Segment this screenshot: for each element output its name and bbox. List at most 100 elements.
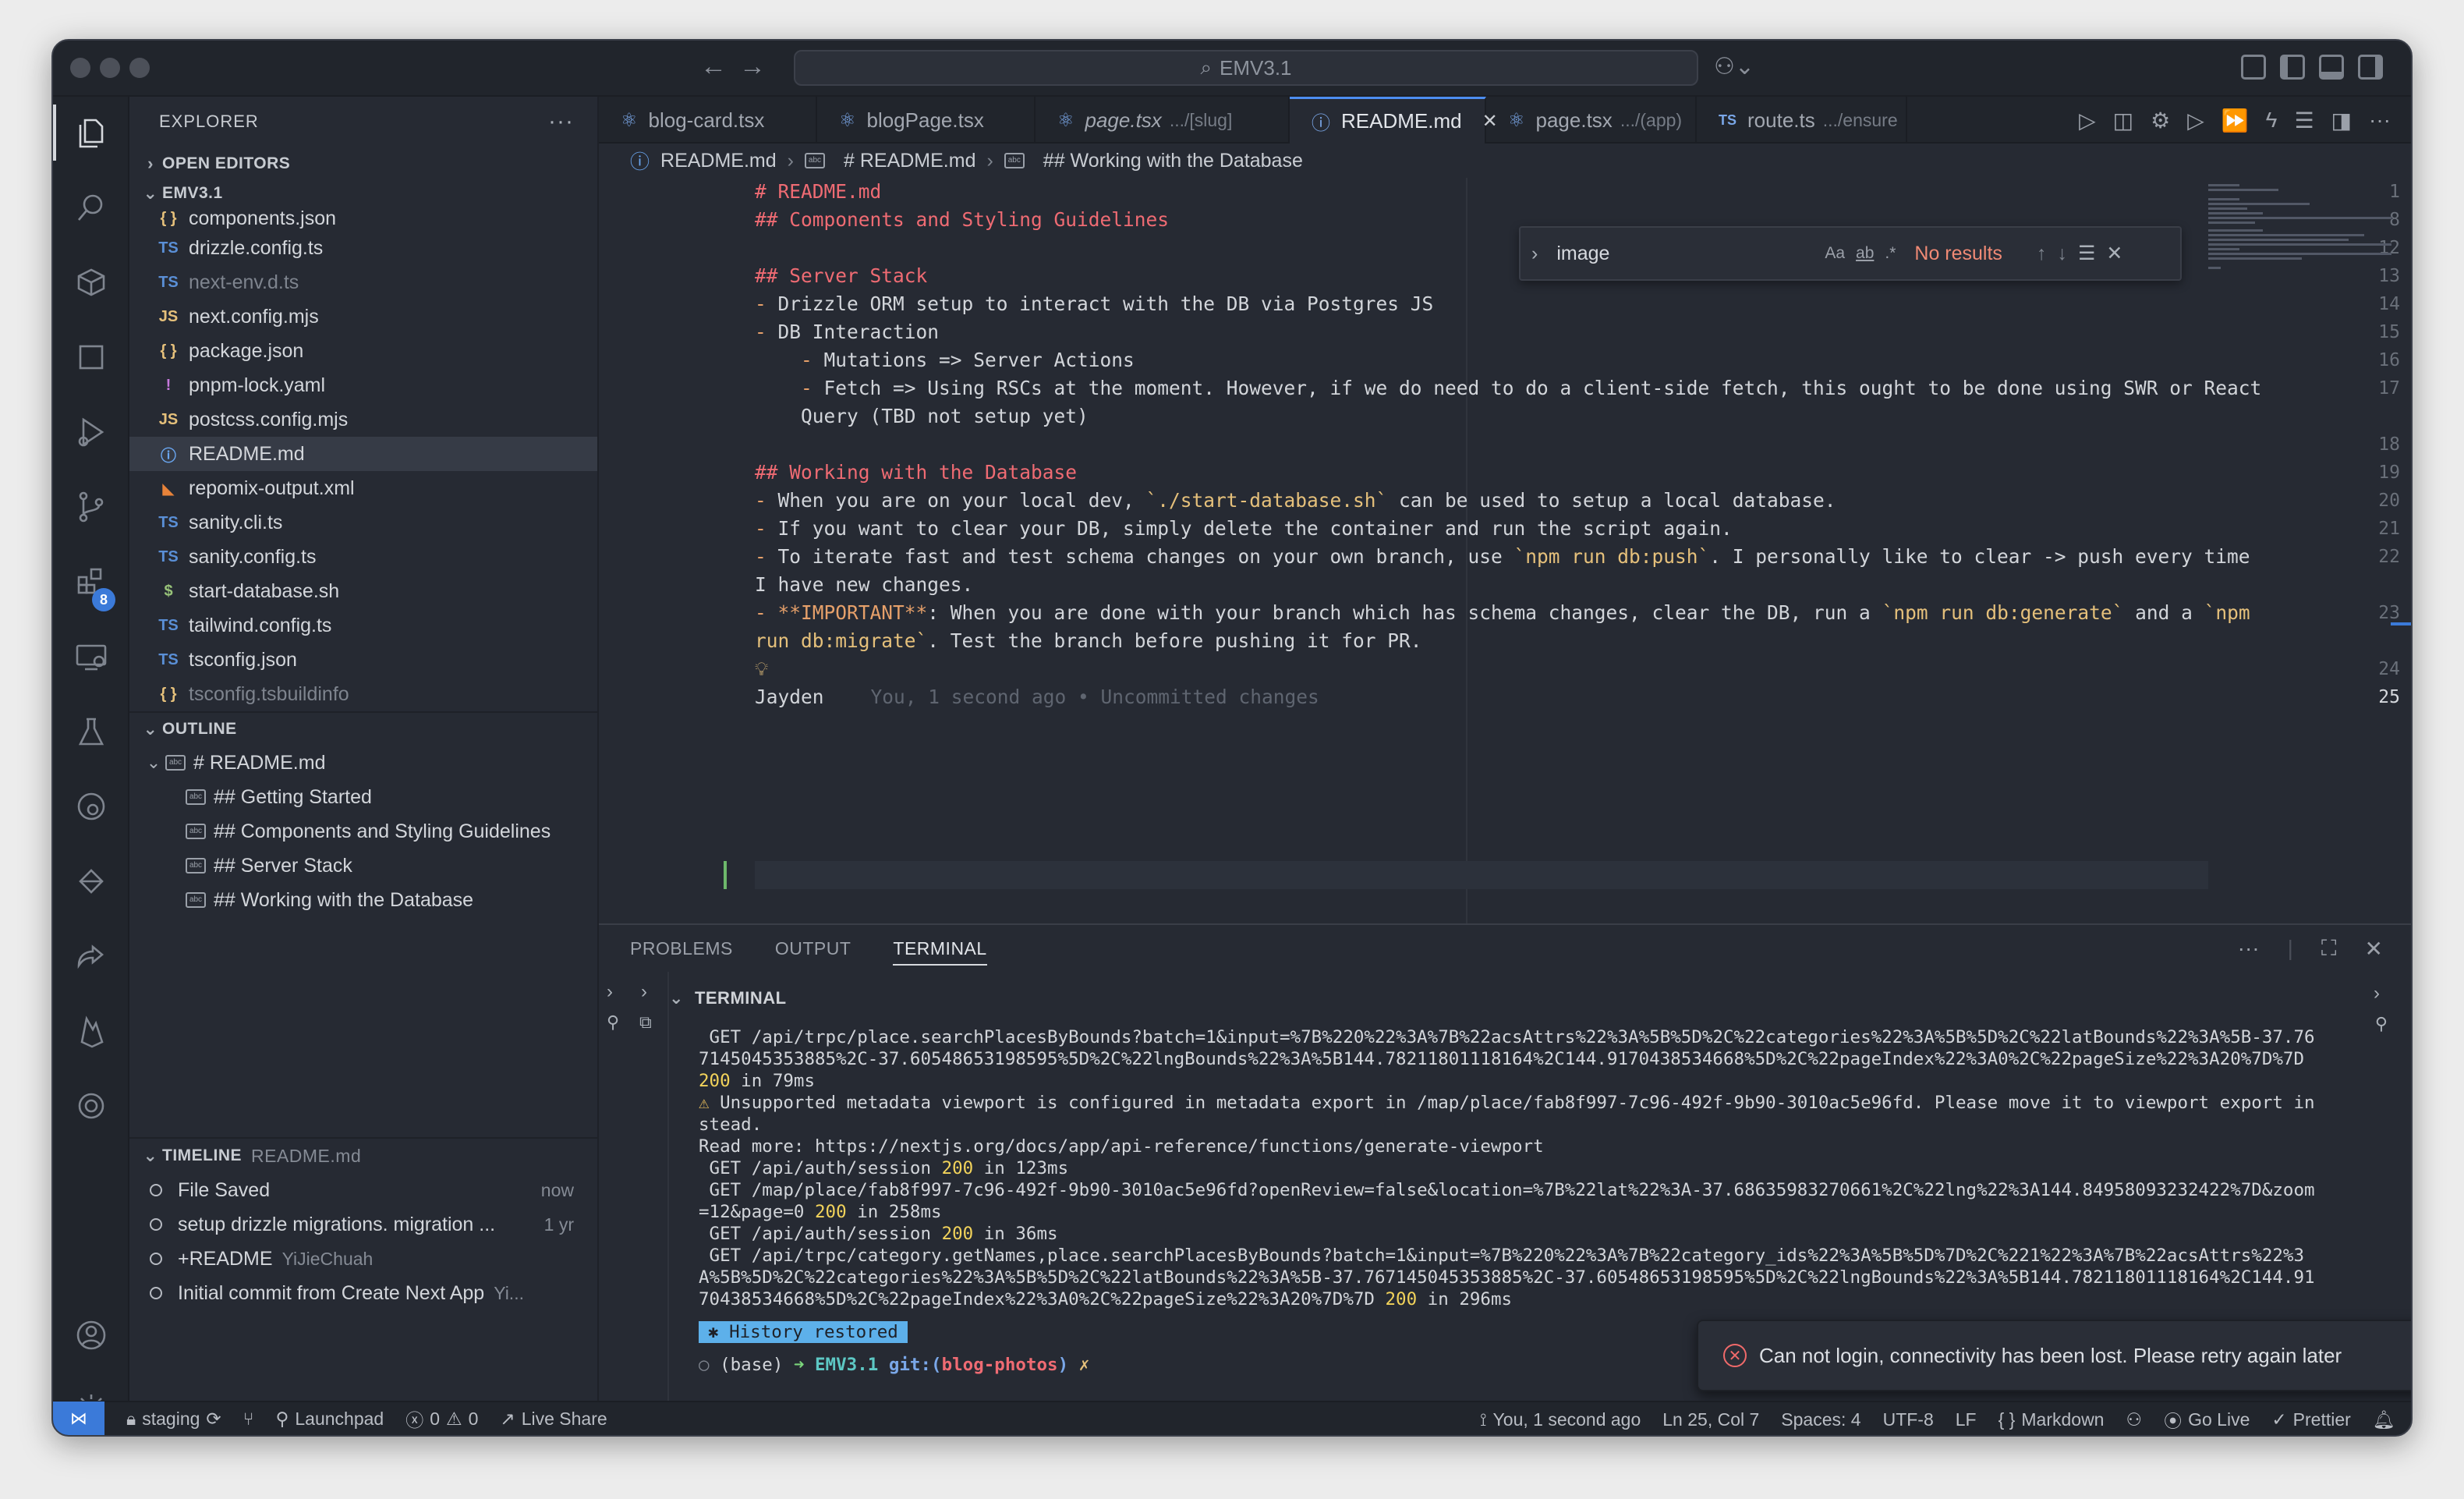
copilot-icon[interactable]: ⚇⌄ [1714,53,1754,80]
customize-layout-icon[interactable] [2241,55,2266,80]
code-line[interactable]: ## Server Stack [755,262,927,290]
chevron-right-icon[interactable]: › [607,981,613,1003]
breadcrumb-section[interactable]: ## Working with the Database [1043,150,1303,172]
tab-problems[interactable]: PROBLEMS [630,938,733,959]
indentation[interactable]: Spaces: 4 [1781,1409,1860,1430]
outline-item[interactable]: abc ## Getting Started [129,780,597,814]
run-icon[interactable]: ▷ [2079,108,2096,133]
prettier-item[interactable]: ✓ Prettier [2271,1409,2350,1430]
outline-item[interactable]: abc ## Components and Styling Guidelines [129,814,597,849]
file-item[interactable]: JS next.config.mjs [129,299,597,334]
breadcrumb-heading[interactable]: # README.md [844,150,975,172]
problems-item[interactable]: ⓧ 0 ⚠ 0 [405,1405,478,1432]
language-mode[interactable]: { } Markdown [1998,1409,2105,1430]
live-share-icon[interactable] [53,920,129,992]
toggle-sidebar-icon[interactable] [2280,55,2305,80]
open-editors-section[interactable]: › OPEN EDITORS [129,147,597,181]
outline-item[interactable]: abc ## Server Stack [129,849,597,883]
code-line[interactable]: - Drizzle ORM setup to interact with the… [755,290,1433,318]
copilot-status-icon[interactable]: ⚇ [2126,1409,2142,1430]
code-line[interactable]: I have new changes. [755,571,973,599]
accounts-icon[interactable] [53,1299,129,1371]
command-center[interactable]: ⌕ EMV3.1 [794,50,1698,86]
zoom-window-button[interactable] [129,58,150,78]
settings-sync-icon[interactable]: ⚙ [2151,108,2170,133]
launchpad-item[interactable]: ⚲ Launchpad [276,1409,384,1430]
testing-icon[interactable] [53,696,129,767]
extensions-icon[interactable]: 8 [53,546,129,618]
tab-terminal[interactable]: TERMINAL [893,938,987,966]
git-graph-icon[interactable]: ⑂ [243,1409,254,1430]
code-line[interactable]: 💡︎ [755,655,768,683]
close-panel-icon[interactable]: ✕ [2365,936,2383,962]
editor-tab[interactable]: TS route.ts .../ensure [1697,97,1907,144]
open-preview-icon[interactable]: ◫ [2113,108,2133,133]
search-view-icon[interactable] [53,172,129,243]
code-line[interactable]: run db:migrate`. Test the branch before … [755,627,1422,655]
run-all-icon[interactable]: ⏩ [2221,108,2249,133]
timeline-item[interactable]: File Saved now [129,1173,597,1207]
file-item[interactable]: TS drizzle.config.ts [129,231,597,265]
match-case-toggle[interactable]: Aa [1825,244,1845,263]
code-line[interactable]: - Mutations => Server Actions [755,346,1135,374]
maximize-panel-icon[interactable]: ⛶ [2321,936,2337,962]
minimize-window-button[interactable] [100,58,120,78]
run-debug-icon[interactable] [53,396,129,468]
firebase-icon[interactable] [53,995,129,1067]
timeline-item[interactable]: +README YiJieChuah [129,1242,597,1276]
ai-assistant-icon[interactable] [53,1070,129,1142]
packages-icon[interactable] [53,246,129,318]
project-section[interactable]: ⌄ EMV3.1 [129,181,597,206]
file-item[interactable]: ! pnpm-lock.yaml [129,368,597,402]
run-file-icon[interactable]: ▷ [2187,108,2204,133]
code-line[interactable]: - Fetch => Using RSCs at the moment. How… [755,374,2261,402]
flash-icon[interactable]: ϟ [2266,108,2278,133]
outline-section[interactable]: ⌄ OUTLINE [129,711,597,746]
blame-item[interactable]: ⟟ You, 1 second ago [1480,1409,1641,1430]
outline-item[interactable]: ⌄ abc # README.md [129,746,597,780]
lightbulb-icon[interactable]: 💡︎ [755,657,768,680]
toggle-secondary-sidebar-icon[interactable] [2358,55,2383,80]
square-view-icon[interactable] [53,321,129,393]
file-item[interactable]: TS sanity.config.ts [129,540,597,574]
file-item[interactable]: TS tailwind.config.ts [129,608,597,643]
file-item[interactable]: TS tsconfig.json [129,643,597,677]
error-notification[interactable]: ✕ Can not login, connectivity has been l… [1697,1320,2411,1391]
tab-output[interactable]: OUTPUT [775,938,851,959]
close-window-button[interactable] [70,58,90,78]
timeline-item[interactable]: Initial commit from Create Next App Yi... [129,1276,597,1310]
editor-tab[interactable]: ⚛ page.tsx .../[slug] [1036,97,1290,144]
pin-icon[interactable]: ⚲ [607,1012,619,1033]
code-line[interactable]: Query (TBD not setup yet) [755,402,1089,431]
match-whole-word-toggle[interactable]: ab [1856,244,1874,263]
code-editor[interactable]: 1 # README.md 8 ## Components and Styling G… [599,178,2411,961]
timeline-section[interactable]: ⌄ TIMELINE README.md [129,1139,597,1173]
editor-tab[interactable]: ⚛ blog-card.tsx [599,97,817,144]
forward-arrow-icon[interactable]: → [739,51,766,82]
split-editor-icon[interactable]: ◨ [2331,108,2352,133]
remote-explorer-icon[interactable] [53,621,129,693]
code-line[interactable]: # README.md [755,178,881,206]
file-item[interactable]: { } package.json [129,334,597,368]
code-line[interactable]: ## Working with the Database [755,459,1077,487]
file-item[interactable]: JS postcss.config.mjs [129,402,597,437]
remote-indicator-icon[interactable]: ⋈ [53,1402,104,1435]
file-item[interactable]: TS next-env.d.ts [129,265,597,299]
toggle-panel-icon[interactable] [2319,55,2344,80]
code-line[interactable]: - When you are on your local dev, `./sta… [755,487,1836,515]
previous-match-arrow-icon[interactable]: ↑ [2037,243,2047,265]
outline-item[interactable]: abc ## Working with the Database [129,883,597,917]
cursor-position[interactable]: Ln 25, Col 7 [1662,1409,1759,1430]
debug-icon[interactable]: ⚲ [2375,1014,2388,1034]
docker-icon[interactable] [53,845,129,917]
file-item[interactable]: TS sanity.cli.ts [129,505,597,540]
code-line[interactable]: - If you want to clear your DB, simply d… [755,515,1733,543]
code-line[interactable]: - To iterate fast and test schema change… [755,543,2250,571]
code-line[interactable]: Jayden You, 1 second ago • Uncommitted ch… [755,683,1319,711]
editor-tab[interactable]: ⚛ blogPage.tsx [817,97,1036,144]
more-actions-icon[interactable]: ··· [548,108,574,135]
breadcrumb-file[interactable]: README.md [660,150,777,172]
chevron-right-icon[interactable]: › [641,981,647,1003]
more-actions-icon[interactable]: ··· [2369,108,2391,133]
minimap[interactable] [2208,181,2395,306]
